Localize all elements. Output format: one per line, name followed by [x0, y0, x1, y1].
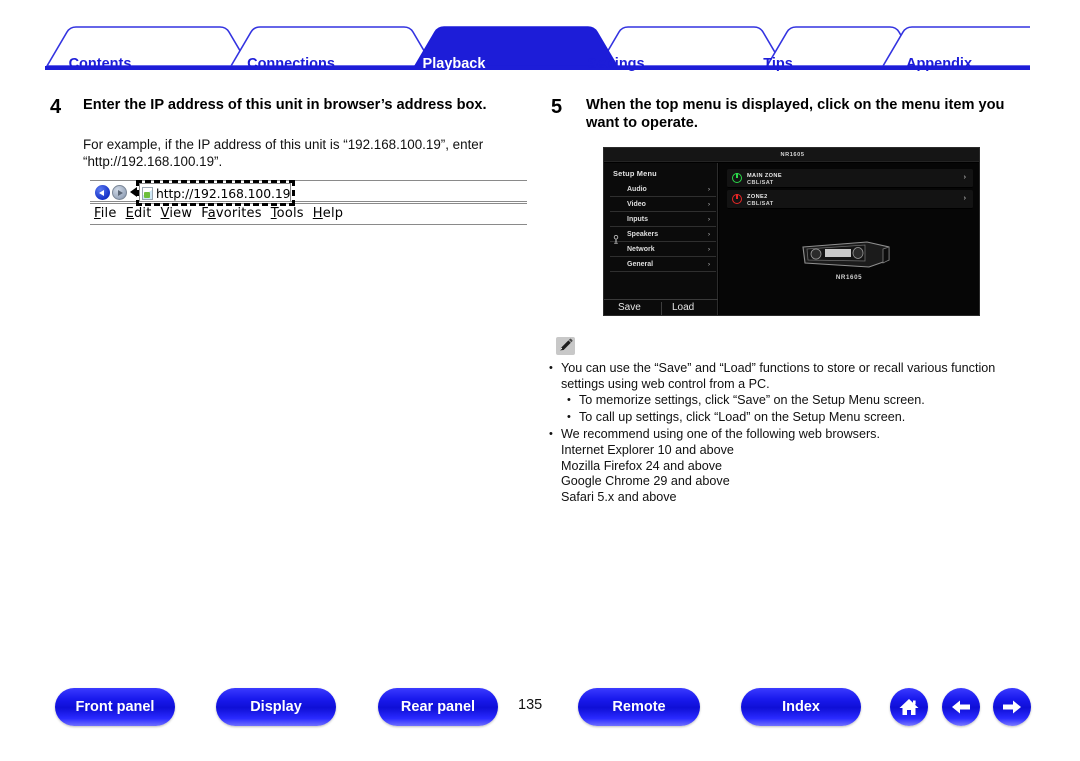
note-bullet-list: You can use the “Save” and “Load” functi…: [545, 361, 1015, 505]
setup-menu-footer: Save Load: [604, 299, 718, 315]
browser-menu-bar: File Edit View Favorites Tools Help: [94, 204, 352, 223]
nav-button-index[interactable]: Index: [741, 688, 861, 726]
browser-forward-icon[interactable]: [112, 185, 127, 200]
chevron-right-icon: ›: [963, 195, 966, 202]
setup-menu-titlebar: NR1605: [604, 148, 979, 162]
browser-address-bar-mockup: http://192.168.100.19 File Edit View Favori…: [90, 180, 527, 226]
tab-settings[interactable]: Settings: [587, 57, 644, 72]
nav-button-rear-panel[interactable]: Rear panel: [378, 688, 498, 726]
setup-item-general[interactable]: General ›: [610, 258, 716, 272]
note-bullet: You can use the “Save” and “Load” functi…: [545, 361, 1015, 392]
arrow-right-icon[interactable]: [993, 688, 1031, 726]
browser-requirement: Mozilla Firefox 24 and above: [561, 458, 723, 473]
browser-rule-top: [90, 180, 527, 181]
zone-name: ZONE2: [747, 193, 768, 200]
footer-divider: [661, 302, 662, 315]
menu-item-favorites[interactable]: Favorites: [201, 206, 262, 221]
arrow-right-glyph: [1003, 700, 1021, 714]
note-sub-bullet: To memorize settings, click “Save” on th…: [545, 392, 1015, 409]
page-favicon-icon: [142, 186, 153, 200]
zone-row[interactable]: MAIN ZONE CBL/SAT ›: [727, 169, 973, 188]
setup-item-label: Speakers: [627, 231, 659, 238]
chevron-right-icon: ›: [708, 186, 710, 193]
chevron-right-icon: ›: [708, 201, 710, 208]
setup-menu-content: MAIN ZONE CBL/SAT › ZONE2 CBL/SAT › NR16…: [719, 163, 979, 315]
nav-button-front-panel[interactable]: Front panel: [55, 688, 175, 726]
save-button[interactable]: Save: [618, 302, 641, 313]
step-4-number: 4: [50, 96, 62, 118]
zone-row[interactable]: ZONE2 CBL/SAT ›: [727, 190, 973, 209]
chevron-right-icon: ›: [708, 261, 710, 268]
bottom-navigation-bar: Front panel Display Rear panel 135 Remot…: [0, 688, 1080, 748]
browser-back-icon[interactable]: [95, 185, 110, 200]
home-icon[interactable]: [890, 688, 928, 726]
browser-rule-bottom: [90, 224, 527, 225]
tab-connections[interactable]: Connections: [247, 57, 335, 72]
browser-address-input[interactable]: http://192.168.100.19: [139, 183, 291, 202]
page-number: 135: [518, 697, 543, 713]
setup-menu-sidebar: Setup Menu Audio › Video › Inputs › Spea…: [604, 163, 718, 315]
tab-bar-shapes: [45, 26, 1030, 70]
manual-page: Contents Connections Playback Settings T…: [0, 0, 1080, 761]
setup-item-inputs[interactable]: Inputs ›: [610, 213, 716, 227]
tab-playback[interactable]: Playback: [423, 57, 486, 72]
browser-dropdown-caret-icon[interactable]: [130, 187, 137, 197]
tab-appendix[interactable]: Appendix: [906, 57, 972, 72]
setup-item-label: Video: [627, 201, 646, 208]
step-4-body: For example, if the IP address of this u…: [83, 137, 484, 169]
arrow-left-glyph: [952, 700, 970, 714]
setup-item-label: Audio: [627, 186, 647, 193]
setup-item-label: Network: [627, 246, 655, 253]
setup-item-speakers[interactable]: Speakers ›: [610, 228, 716, 244]
step-5-heading: When the top menu is displayed, click on…: [586, 97, 1005, 131]
menu-item-view[interactable]: View: [161, 206, 193, 221]
chevron-right-icon: ›: [963, 174, 966, 181]
home-glyph: [899, 699, 919, 715]
step-5-number: 5: [551, 96, 563, 118]
chevron-right-icon: ›: [708, 231, 710, 238]
chevron-right-icon: ›: [708, 246, 710, 253]
step-4-heading: Enter the IP address of this unit in bro…: [83, 97, 487, 113]
nav-button-display[interactable]: Display: [216, 688, 336, 726]
note-sub-bullet: To call up settings, click “Load” on the…: [545, 409, 1015, 426]
note-bullet: We recommend using one of the following …: [545, 427, 1015, 443]
setup-item-label: General: [627, 261, 654, 268]
setup-item-video[interactable]: Video ›: [610, 198, 716, 212]
microphone-icon: [613, 231, 619, 244]
zone-name: MAIN ZONE: [747, 172, 782, 179]
load-button[interactable]: Load: [672, 302, 694, 313]
setup-item-audio[interactable]: Audio ›: [610, 183, 716, 197]
setup-menu-panel-title: Setup Menu: [613, 169, 657, 178]
menu-item-file[interactable]: File: [94, 206, 117, 221]
device-model-label: NR1605: [835, 274, 863, 281]
browser-requirement: Internet Explorer 10 and above: [561, 442, 734, 457]
browser-requirement: Google Chrome 29 and above: [561, 474, 730, 489]
zone-source: CBL/SAT: [747, 179, 774, 186]
receiver-3d-icon: [802, 241, 890, 268]
power-on-icon[interactable]: [732, 172, 742, 183]
device-illustration: NR1605: [797, 238, 901, 281]
power-off-icon[interactable]: [732, 193, 742, 204]
setup-item-network[interactable]: Network ›: [610, 243, 716, 257]
menu-item-edit[interactable]: Edit: [126, 206, 152, 221]
nav-button-remote[interactable]: Remote: [578, 688, 700, 726]
address-url-text: http://192.168.100.19: [156, 186, 291, 201]
zone-source: CBL/SAT: [747, 200, 774, 207]
arrow-left-icon[interactable]: [942, 688, 980, 726]
menu-item-tools[interactable]: Tools: [271, 206, 304, 221]
browser-requirement: Safari 5.x and above: [561, 489, 677, 504]
chevron-right-icon: ›: [708, 216, 710, 223]
tab-contents[interactable]: Contents: [69, 57, 132, 72]
setup-item-label: Inputs: [627, 216, 648, 223]
pencil-note-icon: [556, 337, 575, 355]
tab-tips[interactable]: Tips: [763, 57, 793, 72]
top-tab-bar: Contents Connections Playback Settings T…: [45, 24, 1030, 72]
menu-item-help[interactable]: Help: [313, 206, 343, 221]
setup-menu-screenshot: NR1605 Setup Menu Audio › Video › Inputs…: [603, 147, 980, 316]
